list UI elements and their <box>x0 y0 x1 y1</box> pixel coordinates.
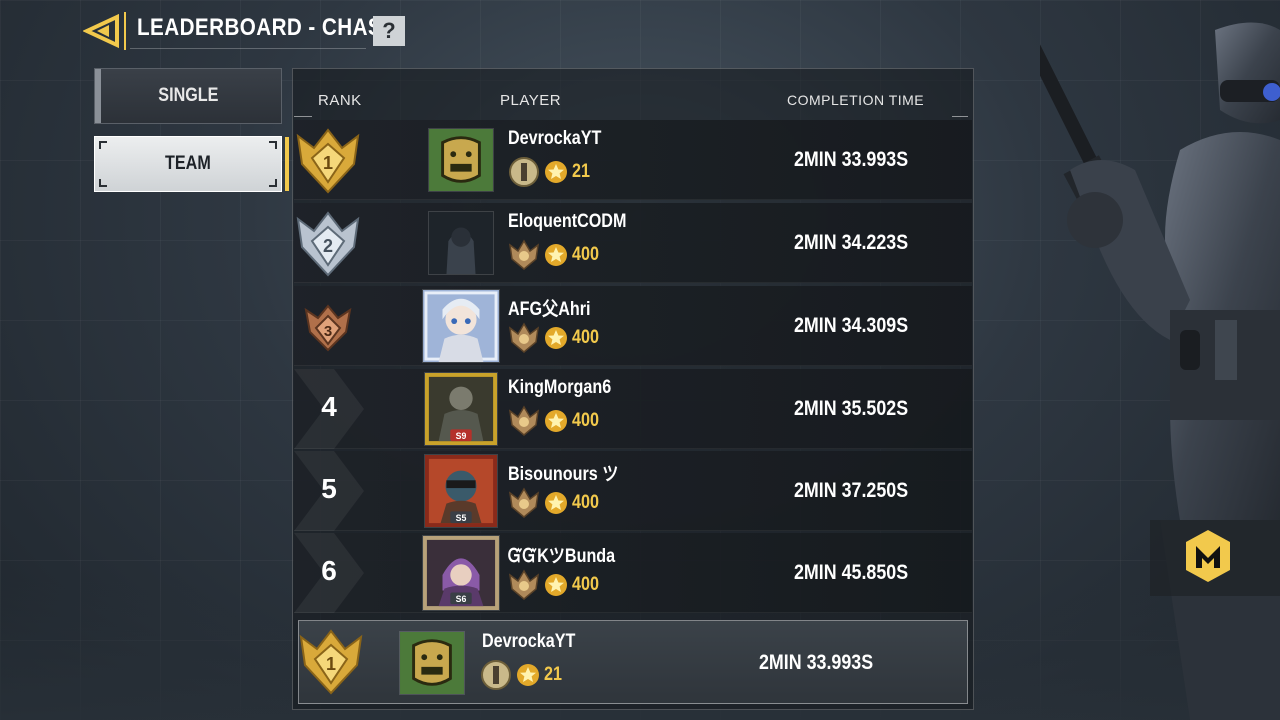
legendary-rank-badge-icon <box>509 569 539 600</box>
player-avatar[interactable]: S6 <box>422 535 500 611</box>
player-name: DevrockaYT <box>482 631 576 652</box>
player-level: 21 <box>544 664 562 685</box>
codm-logo-icon <box>1186 530 1230 582</box>
player-badges: 400 <box>508 569 604 601</box>
gold-rank-medal-icon: 1 <box>296 128 360 194</box>
completion-time: 2MIN 37.250S <box>794 479 909 502</box>
my-entry-row[interactable]: 1 DevrockaYT 21 2MIN 33.993S <box>298 620 968 704</box>
table-row[interactable]: 2 EloquentCODM 400 2MIN 34.223S <box>294 203 972 283</box>
tab-corner <box>269 141 277 149</box>
player-badges: 21 <box>508 156 593 188</box>
completion-time: 2MIN 35.502S <box>794 397 909 420</box>
legendary-rank-badge-icon <box>509 322 539 353</box>
player-avatar[interactable] <box>428 128 494 192</box>
legendary-rank-badge-icon <box>509 487 539 518</box>
table-row[interactable]: 6 S6 ᏳᏳKツBunda 400 2MIN 45.850S <box>294 533 972 613</box>
legendary-rank-badge-icon <box>509 405 539 436</box>
player-name: ᏳᏳKツBunda <box>508 546 616 567</box>
header-tick-left <box>294 116 312 117</box>
player-level: 400 <box>572 492 599 513</box>
title-underline <box>130 48 366 49</box>
player-name: AFG父Ahri <box>508 299 591 320</box>
tab-corner <box>269 179 277 187</box>
tab-single-label: SINGLE <box>157 85 219 106</box>
table-row[interactable]: 3 AFG父Ahri 400 2MIN 34.309S <box>294 286 972 366</box>
player-avatar[interactable]: S9 <box>424 372 498 446</box>
help-button[interactable]: ? <box>373 16 405 46</box>
completion-time: 2MIN 33.993S <box>759 651 874 674</box>
header-tick-right <box>952 116 968 117</box>
star-icon <box>545 327 567 349</box>
star-icon <box>545 574 567 596</box>
tab-team[interactable]: TEAM <box>94 136 289 192</box>
player-badges: 400 <box>508 405 604 437</box>
star-icon <box>545 161 567 183</box>
back-button[interactable] <box>82 10 124 52</box>
medal-rank-text: 2 <box>323 236 333 256</box>
player-avatar[interactable] <box>422 289 500 363</box>
medal-rank-text: 1 <box>326 654 336 674</box>
help-icon: ? <box>382 18 396 43</box>
player-badges: 400 <box>508 487 604 519</box>
season-badge: S6 <box>456 594 467 604</box>
player-name: KingMorgan6 <box>508 377 612 398</box>
rank-number: 4 <box>321 391 337 422</box>
player-avatar[interactable]: S5 <box>424 454 498 528</box>
season-badge: S5 <box>456 513 467 523</box>
player-name: DevrockaYT <box>508 128 602 149</box>
column-completion-time: COMPLETION TIME <box>787 92 925 108</box>
player-name: Bisounours ツ <box>508 464 619 485</box>
table-row[interactable]: 4 S9 KingMorgan6 400 2MIN 35.502S <box>294 369 972 449</box>
bronze-rank-medal-icon: 3 <box>304 304 352 352</box>
header-separator <box>124 12 126 50</box>
table-row[interactable]: 5 S5 Bisounours ツ 400 2MIN 37.250S <box>294 451 972 531</box>
player-level: 400 <box>572 574 599 595</box>
tab-team-label: TEAM <box>165 153 211 174</box>
rank-badge-icon <box>509 157 539 187</box>
player-level: 400 <box>572 244 599 265</box>
gold-rank-medal-icon: 1 <box>299 629 363 695</box>
completion-time: 2MIN 34.309S <box>794 314 909 337</box>
table-header: RANK PLAYER COMPLETION TIME <box>292 84 974 118</box>
player-avatar[interactable] <box>399 631 465 695</box>
completion-time: 2MIN 45.850S <box>794 561 909 584</box>
rank-number: 5 <box>321 473 337 504</box>
tab-corner <box>99 179 107 187</box>
player-badges: 400 <box>508 322 604 354</box>
column-rank: RANK <box>318 92 362 109</box>
codm-logo <box>1150 520 1280 596</box>
legendary-rank-badge-icon <box>509 239 539 270</box>
star-icon <box>545 492 567 514</box>
star-icon <box>545 244 567 266</box>
column-player: PLAYER <box>500 92 562 109</box>
player-level: 21 <box>572 161 590 182</box>
player-level: 400 <box>572 327 599 348</box>
player-level: 400 <box>572 410 599 431</box>
player-badges: 21 <box>480 659 565 691</box>
rank-badge-icon <box>481 660 511 690</box>
completion-time: 2MIN 33.993S <box>794 148 909 171</box>
rank-number: 6 <box>321 555 337 586</box>
back-arrow-icon <box>83 13 119 49</box>
medal-rank-text: 3 <box>324 323 332 340</box>
season-badge: S9 <box>456 431 467 441</box>
soldier-character <box>1040 22 1280 720</box>
page-title: LEADERBOARD - CHASE <box>137 14 397 41</box>
silver-rank-medal-icon: 2 <box>296 211 360 277</box>
medal-rank-text: 1 <box>323 153 333 173</box>
table-row[interactable]: 1 DevrockaYT 21 2MIN 33.993S <box>294 120 972 200</box>
player-avatar[interactable] <box>428 211 494 275</box>
star-icon <box>545 410 567 432</box>
tab-single[interactable]: SINGLE <box>94 68 282 124</box>
star-icon <box>517 664 539 686</box>
completion-time: 2MIN 34.223S <box>794 231 909 254</box>
tab-corner <box>99 141 107 149</box>
player-name: EloquentCODM <box>508 211 627 232</box>
player-badges: 400 <box>508 239 604 271</box>
